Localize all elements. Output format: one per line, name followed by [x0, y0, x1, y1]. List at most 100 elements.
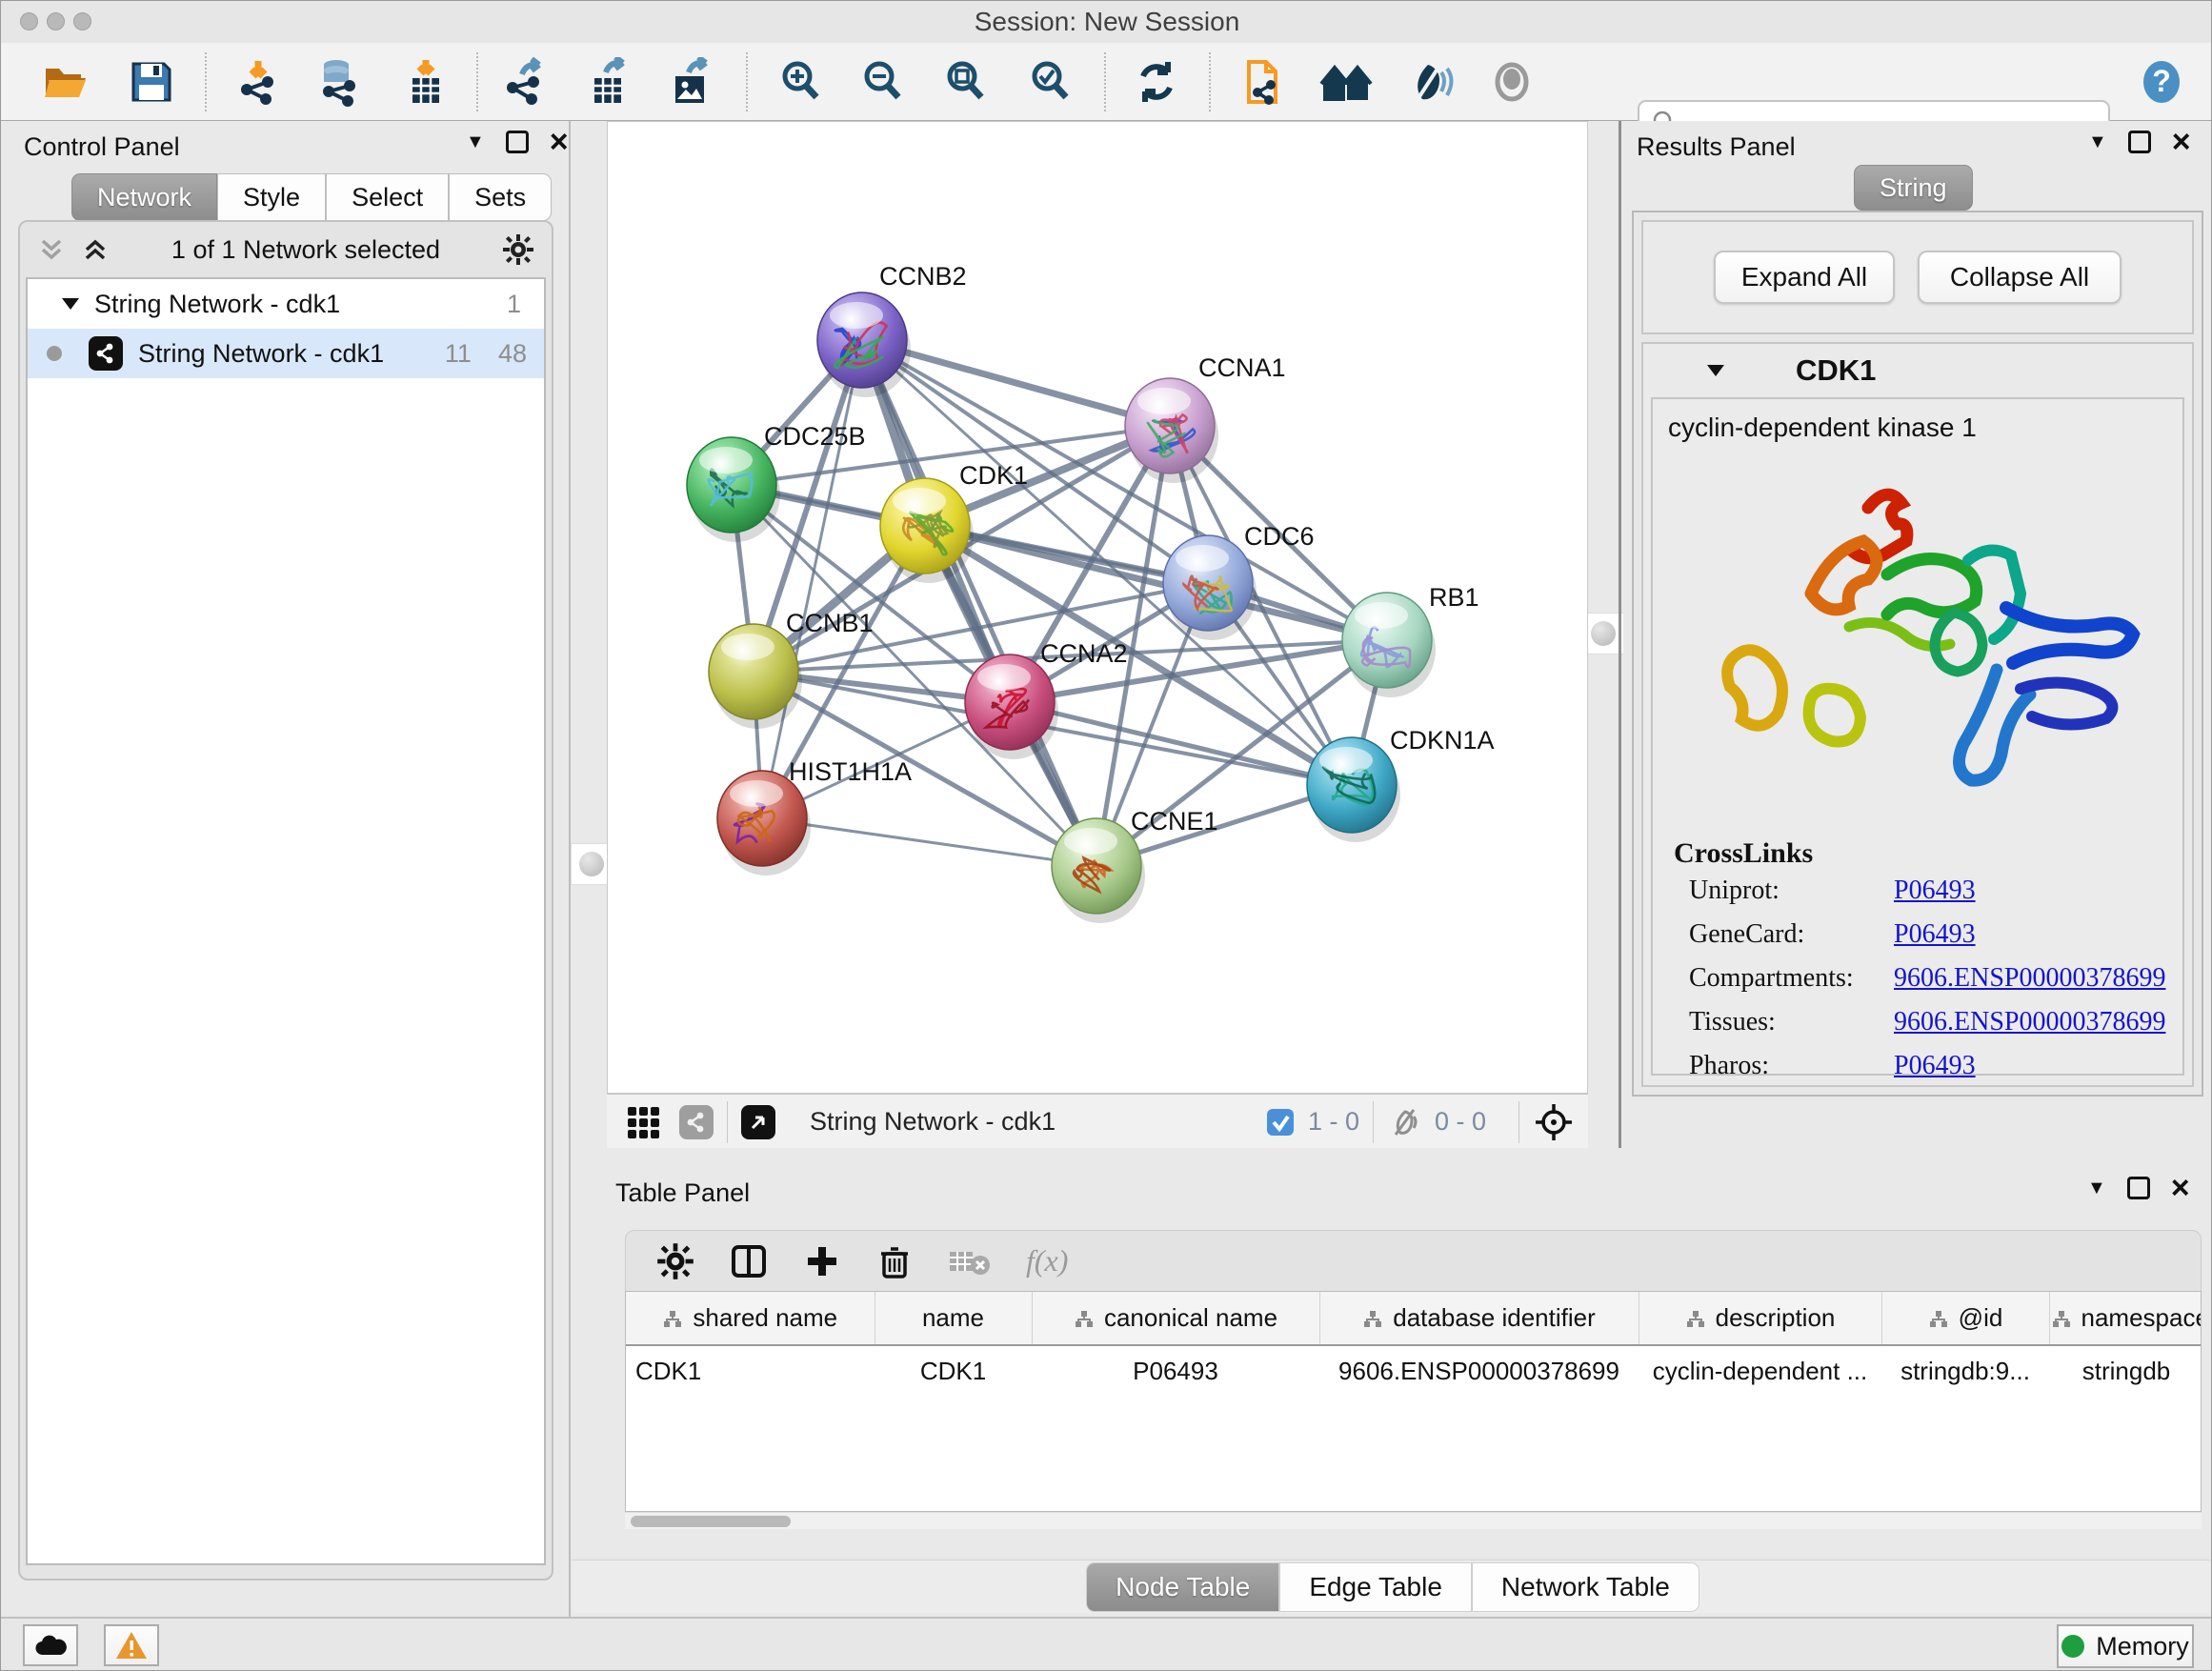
- open-session-button[interactable]: [39, 55, 92, 109]
- grid-view-icon[interactable]: [624, 1103, 662, 1141]
- network-node-ccnb2[interactable]: CCNB2: [817, 262, 967, 397]
- table-cell[interactable]: 9606.ENSP00000378699: [1319, 1345, 1639, 1397]
- network-edge[interactable]: [762, 818, 1096, 866]
- column-header[interactable]: database identifier: [1319, 1292, 1639, 1345]
- close-window-button[interactable]: [20, 12, 38, 30]
- results-panel-window-controls: ▼ ×: [2088, 131, 2191, 153]
- crosslink-label: Pharos:: [1689, 1051, 1894, 1081]
- network-collection-row[interactable]: String Network - cdk1 1: [28, 279, 544, 329]
- string-home-button[interactable]: [1319, 55, 1373, 109]
- save-session-button[interactable]: [125, 55, 178, 109]
- birdseye-crosshair-icon[interactable]: [1533, 1101, 1575, 1143]
- zoom-fit-button[interactable]: [939, 55, 993, 109]
- function-builder-button[interactable]: f(x): [1026, 1243, 1068, 1278]
- hidden-eye-slash-icon[interactable]: [1387, 1106, 1423, 1138]
- table-cell[interactable]: CDK1: [875, 1345, 1032, 1397]
- tab-node-table[interactable]: Node Table: [1086, 1562, 1279, 1612]
- zoom-window-button[interactable]: [73, 12, 91, 30]
- panel-menu-icon[interactable]: ▼: [2088, 131, 2107, 153]
- float-panel-icon[interactable]: [506, 131, 529, 153]
- show-glass-button[interactable]: [1485, 55, 1538, 109]
- expand-all-button[interactable]: Expand All: [1714, 251, 1895, 304]
- warnings-button[interactable]: [104, 1624, 159, 1666]
- network-node-rb1[interactable]: RB1: [1342, 583, 1479, 697]
- close-panel-icon[interactable]: ×: [2171, 1177, 2190, 1199]
- collapse-all-button[interactable]: Collapse All: [1918, 251, 2122, 304]
- section-collapse-icon[interactable]: [1704, 359, 1727, 382]
- float-panel-icon[interactable]: [2128, 131, 2151, 153]
- column-header[interactable]: description: [1639, 1292, 1881, 1345]
- tab-edge-table[interactable]: Edge Table: [1279, 1562, 1472, 1612]
- export-image-button[interactable]: [664, 55, 717, 109]
- network-from-file-button[interactable]: [1235, 55, 1288, 109]
- export-network-button[interactable]: [499, 55, 553, 109]
- column-header[interactable]: @id: [1881, 1292, 2049, 1345]
- import-network-file-button[interactable]: [231, 55, 285, 109]
- tree-expand-icon[interactable]: [60, 293, 81, 314]
- network-node-ccne1[interactable]: CCNE1: [1052, 807, 1218, 923]
- network-options-gear-icon[interactable]: [502, 233, 534, 266]
- collapse-all-icon[interactable]: [37, 235, 66, 264]
- help-button[interactable]: ?: [2135, 55, 2188, 109]
- close-panel-icon[interactable]: ×: [550, 131, 569, 153]
- close-panel-icon[interactable]: ×: [2172, 131, 2191, 153]
- float-panel-icon[interactable]: [2127, 1177, 2150, 1199]
- minimize-window-button[interactable]: [47, 12, 65, 30]
- table-hscrollbar[interactable]: [625, 1512, 2202, 1529]
- crosslink-value-link[interactable]: 9606.ENSP00000378699: [1894, 1007, 2165, 1037]
- tab-string[interactable]: String: [1854, 165, 1973, 211]
- network-node-cdkn1a[interactable]: CDKN1A: [1307, 726, 1495, 842]
- network-graph[interactable]: CCNB2CCNA1CDC25BCDK1CDC6RB1CCNB1CCNA2CDK…: [608, 122, 1589, 1095]
- column-header[interactable]: name: [875, 1292, 1032, 1345]
- apply-layout-button[interactable]: [1130, 55, 1183, 109]
- zoom-out-button[interactable]: [856, 55, 910, 109]
- show-columns-icon[interactable]: [729, 1241, 769, 1281]
- zoom-selected-button[interactable]: [1024, 55, 1077, 109]
- table-row[interactable]: CDK1CDK1P064939606.ENSP00000378699cyclin…: [626, 1345, 2202, 1397]
- column-header[interactable]: canonical name: [1032, 1292, 1319, 1345]
- table-cell[interactable]: CDK1: [626, 1345, 875, 1397]
- network-share-icon[interactable]: [679, 1105, 714, 1139]
- import-network-database-button[interactable]: [312, 55, 365, 109]
- network-edge[interactable]: [762, 340, 862, 818]
- panel-menu-icon[interactable]: ▼: [466, 131, 485, 153]
- network-node-cdc6[interactable]: CDC6: [1163, 522, 1315, 640]
- open-in-window-icon[interactable]: [741, 1105, 775, 1139]
- table-cell[interactable]: stringdb: [2049, 1345, 2202, 1397]
- results-splitter-line[interactable]: [1619, 121, 1621, 1148]
- table-cell[interactable]: stringdb:9...: [1881, 1345, 2049, 1397]
- cloud-status-button[interactable]: [23, 1624, 78, 1666]
- network-row[interactable]: String Network - cdk1 11 48: [28, 329, 544, 378]
- network-node-cdc25b[interactable]: CDC25B: [687, 422, 866, 542]
- network-canvas[interactable]: CCNB2CCNA1CDC25BCDK1CDC6RB1CCNB1CCNA2CDK…: [607, 121, 1588, 1094]
- network-node-hist1h1a[interactable]: HIST1H1A: [717, 757, 912, 876]
- add-column-icon[interactable]: [803, 1242, 841, 1280]
- column-header[interactable]: namespace: [2049, 1292, 2202, 1345]
- node-section-header[interactable]: CDK1: [1643, 344, 2192, 397]
- crosslink-value-link[interactable]: 9606.ENSP00000378699: [1894, 963, 2165, 994]
- zoom-in-button[interactable]: [774, 55, 828, 109]
- network-node-ccna1[interactable]: CCNA1: [1125, 353, 1286, 483]
- crosslink-value-link[interactable]: P06493: [1894, 876, 1976, 906]
- selected-checkbox-icon[interactable]: [1264, 1106, 1297, 1138]
- crosslink-value-link[interactable]: P06493: [1894, 1051, 1976, 1081]
- expand-all-icon[interactable]: [81, 235, 110, 264]
- table-cell[interactable]: P06493: [1032, 1345, 1319, 1397]
- export-table-button[interactable]: [581, 55, 634, 109]
- delete-column-icon[interactable]: [875, 1242, 914, 1280]
- column-header[interactable]: shared name: [626, 1292, 875, 1345]
- panel-menu-icon[interactable]: ▼: [2087, 1178, 2106, 1199]
- hscrollbar-thumb[interactable]: [631, 1516, 791, 1527]
- table-options-gear-icon[interactable]: [656, 1242, 694, 1280]
- memory-button[interactable]: Memory: [2057, 1624, 2194, 1668]
- import-table-button[interactable]: [399, 55, 452, 109]
- tab-style[interactable]: Style: [217, 173, 326, 221]
- tab-network[interactable]: Network: [71, 173, 217, 221]
- tab-network-table[interactable]: Network Table: [1472, 1562, 1699, 1612]
- table-cell[interactable]: cyclin-dependent ...: [1639, 1345, 1881, 1397]
- tab-sets[interactable]: Sets: [449, 173, 552, 221]
- hide-glass-button[interactable]: [1402, 55, 1456, 109]
- crosslink-value-link[interactable]: P06493: [1894, 919, 1976, 950]
- network-edge[interactable]: [862, 340, 1096, 866]
- tab-select[interactable]: Select: [326, 173, 449, 221]
